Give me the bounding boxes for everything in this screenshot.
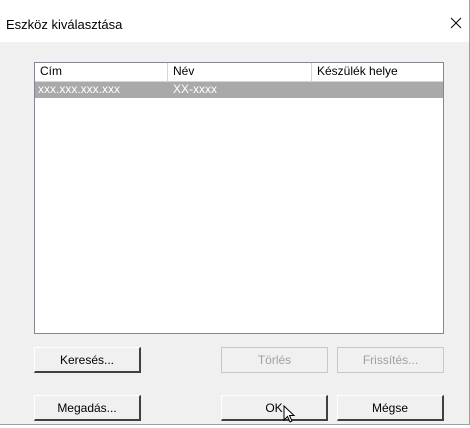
- column-header-name[interactable]: Név: [168, 63, 312, 81]
- search-button[interactable]: Keresés...: [34, 347, 141, 373]
- delete-button[interactable]: Törlés: [221, 347, 328, 373]
- device-location: [312, 82, 443, 98]
- device-address: xxx.xxx.xxx.xxx: [38, 82, 121, 96]
- title-bar: Eszköz kiválasztása: [0, 0, 469, 42]
- mouse-pointer-icon: [283, 404, 297, 425]
- dialog-title: Eszköz kiválasztása: [6, 17, 123, 32]
- column-header-address[interactable]: Cím: [35, 63, 168, 81]
- cancel-button[interactable]: Mégse: [337, 395, 444, 421]
- close-icon[interactable]: [447, 14, 465, 32]
- device-list[interactable]: Cím Név Készülék helye xxx.xxx.xxx.xxx X…: [34, 62, 444, 334]
- ok-button[interactable]: OK: [221, 395, 328, 421]
- specify-button[interactable]: Megadás...: [34, 395, 141, 421]
- refresh-button[interactable]: Frissítés...: [337, 347, 444, 373]
- list-item[interactable]: xxx.xxx.xxx.xxx XX-xxxx: [35, 82, 443, 98]
- list-header: Cím Név Készülék helye: [35, 63, 443, 82]
- device-selection-dialog: Eszköz kiválasztása Cím Név Készülék hel…: [0, 0, 470, 425]
- device-name: XX-xxxx: [173, 82, 218, 96]
- column-header-location[interactable]: Készülék helye: [312, 63, 443, 81]
